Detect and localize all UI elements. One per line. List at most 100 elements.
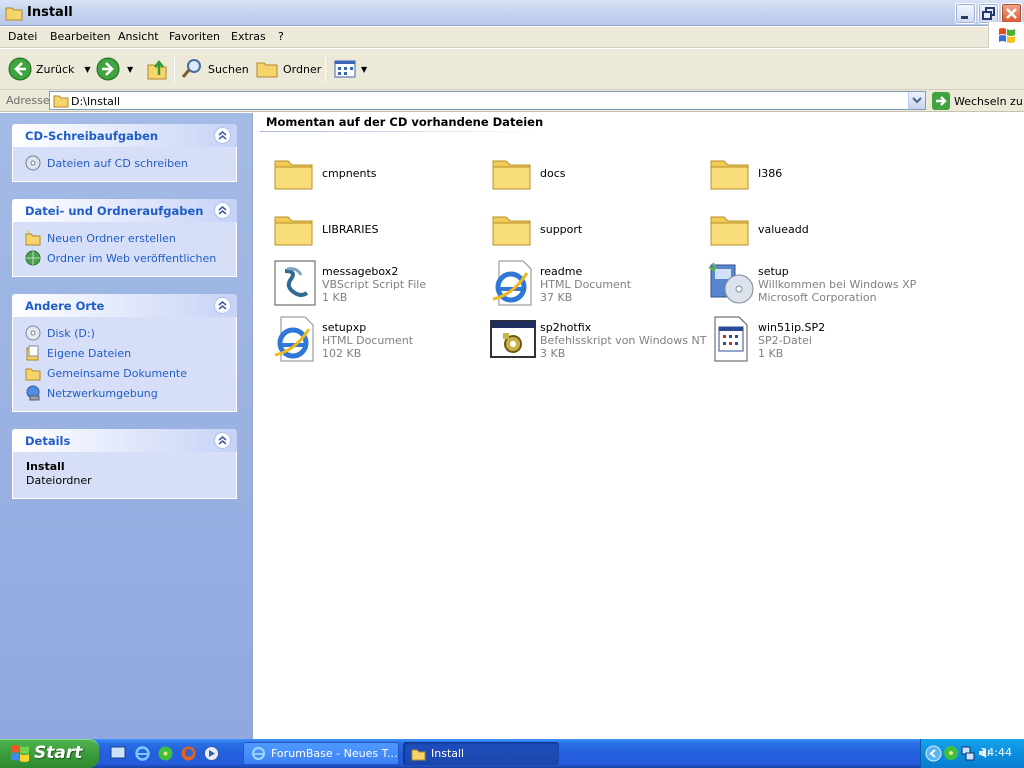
views-button[interactable]: ▼	[333, 55, 367, 83]
file-detail: 3 KB	[540, 347, 566, 360]
network-icon	[26, 385, 40, 401]
place-shared-documents[interactable]: Gemeinsame Dokumente	[25, 363, 224, 383]
details-panel: Details Install Dateiordner	[12, 429, 237, 499]
tray-expand-icon[interactable]	[925, 745, 942, 762]
write-to-cd-link[interactable]: Dateien auf CD schreiben	[25, 153, 224, 173]
file-item[interactable]: LIBRARIES	[271, 205, 485, 257]
minimize-icon	[961, 16, 968, 19]
file-item[interactable]: sp2hotfix Befehlsskript von Windows NT 3 K…	[489, 315, 706, 367]
file-item[interactable]: support	[489, 205, 703, 257]
icq-tray-icon[interactable]	[943, 745, 959, 761]
menu-favoriten[interactable]: Favoriten	[169, 30, 220, 43]
folder-icon	[707, 205, 755, 253]
back-arrow-icon	[8, 57, 32, 81]
start-label: Start	[34, 743, 83, 763]
file-detail: Microsoft Corporation	[758, 291, 877, 304]
start-button[interactable]: Start	[0, 739, 99, 768]
file-name: valueadd	[758, 223, 809, 236]
file-tasks-title: Datei- und Ordneraufgaben	[25, 204, 204, 218]
other-places-title: Andere Orte	[25, 299, 105, 313]
restore-icon	[982, 7, 995, 20]
file-item[interactable]: messagebox2 VBScript Script File 1 KB	[271, 259, 485, 311]
menu-datei[interactable]: Datei	[8, 30, 37, 43]
chevron-down-icon	[912, 97, 922, 104]
search-button[interactable]: Suchen	[180, 55, 249, 83]
close-icon	[1006, 8, 1017, 19]
setup-icon	[707, 259, 755, 307]
taskbar-install[interactable]: Install	[403, 742, 559, 765]
publish-web-link[interactable]: Ordner im Web veröffentlichen	[25, 248, 224, 268]
windows-flag-icon	[11, 745, 29, 762]
windows-flag-icon	[999, 28, 1015, 43]
firefox-icon[interactable]	[180, 745, 197, 762]
file-name: readme	[540, 265, 583, 278]
collapse-icon[interactable]	[214, 202, 231, 219]
title-bar[interactable]: Install	[0, 0, 1024, 26]
collapse-icon[interactable]	[214, 432, 231, 449]
menu-ansicht[interactable]: Ansicht	[118, 30, 159, 43]
file-item[interactable]: I386	[707, 149, 921, 201]
place-network[interactable]: Netzwerkumgebung	[25, 383, 224, 403]
place-disk-d[interactable]: Disk (D:)	[25, 323, 224, 343]
ie-html-icon	[489, 259, 537, 307]
batch-icon	[489, 315, 537, 363]
folders-label: Ordner	[283, 62, 322, 76]
icq-icon[interactable]	[157, 745, 174, 762]
cd-tasks-panel: CD-Schreibaufgaben Dateien auf CD schrei…	[12, 124, 237, 182]
restore-button[interactable]	[978, 3, 999, 24]
file-tasks-header[interactable]: Datei- und Ordneraufgaben	[12, 199, 237, 222]
folder-icon	[271, 205, 319, 253]
file-item[interactable]: docs	[489, 149, 703, 201]
back-dropdown-icon[interactable]: ▼	[84, 65, 90, 74]
file-name: sp2hotfix	[540, 321, 592, 334]
cd-tasks-header[interactable]: CD-Schreibaufgaben	[12, 124, 237, 147]
back-label: Zurück	[36, 62, 75, 76]
file-view[interactable]: Momentan auf der CD vorhandene Dateien c…	[252, 113, 1024, 739]
new-folder-icon	[25, 230, 41, 246]
cd-drive-icon	[25, 325, 41, 341]
file-item[interactable]: cmpnents	[271, 149, 485, 201]
folders-button[interactable]: Ordner	[255, 55, 321, 83]
go-label: Wechseln zu	[954, 94, 1023, 108]
forward-button[interactable]: ▼	[96, 55, 133, 83]
file-name: setupxp	[322, 321, 367, 334]
details-type: Dateiordner	[26, 474, 92, 487]
other-places-header[interactable]: Andere Orte	[12, 294, 237, 317]
forward-dropdown-icon[interactable]: ▼	[127, 65, 133, 74]
search-label: Suchen	[208, 62, 249, 76]
documents-icon	[26, 345, 39, 361]
close-button[interactable]	[1001, 3, 1022, 24]
media-player-icon[interactable]	[203, 745, 220, 762]
collapse-icon[interactable]	[214, 297, 231, 314]
shared-folder-icon	[25, 368, 41, 381]
file-item[interactable]: setupxp HTML Document 102 KB	[271, 315, 485, 367]
internet-explorer-icon[interactable]	[134, 745, 151, 762]
file-tasks-panel: Datei- und Ordneraufgaben Neuen Ordner e…	[12, 199, 237, 277]
file-type: HTML Document	[540, 278, 632, 291]
address-dropdown-button[interactable]	[908, 92, 925, 109]
menu-help[interactable]: ?	[278, 30, 284, 43]
back-button[interactable]: Zurück ▼	[8, 55, 91, 83]
collapse-icon[interactable]	[214, 127, 231, 144]
file-item[interactable]: readme HTML Document 37 KB	[489, 259, 703, 311]
new-folder-link[interactable]: Neuen Ordner erstellen	[25, 228, 224, 248]
file-type: Willkommen bei Windows XP	[758, 278, 917, 291]
globe-icon	[25, 250, 41, 266]
file-item[interactable]: win51ip.SP2 SP2-Datei 1 KB	[707, 315, 921, 367]
file-item[interactable]: valueadd	[707, 205, 921, 257]
taskbar-forumbase[interactable]: ForumBase - Neues T...	[243, 742, 399, 765]
menu-extras[interactable]: Extras	[231, 30, 266, 43]
up-folder-button[interactable]	[146, 55, 168, 83]
place-my-documents[interactable]: Eigene Dateien	[25, 343, 224, 363]
details-header[interactable]: Details	[12, 429, 237, 452]
menu-bearbeiten[interactable]: Bearbeiten	[50, 30, 110, 43]
minimize-button[interactable]	[955, 3, 976, 24]
details-name: Install	[26, 460, 65, 473]
address-field[interactable]: D:\Install	[49, 91, 926, 110]
folder-icon	[489, 149, 537, 197]
go-button[interactable]: Wechseln zu	[932, 92, 1023, 110]
file-type: HTML Document	[322, 334, 414, 347]
show-desktop-icon[interactable]	[110, 745, 126, 761]
network-tray-icon[interactable]	[961, 745, 975, 761]
file-item[interactable]: setup Willkommen bei Windows XP Microsoft …	[707, 259, 921, 311]
